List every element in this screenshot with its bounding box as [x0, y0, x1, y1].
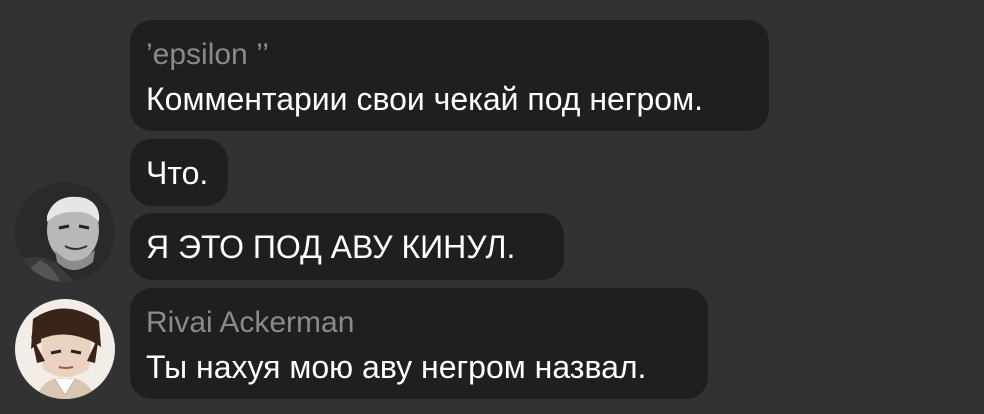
avatar[interactable]: [15, 182, 115, 282]
message-text: Ты нахуя мою аву негром назвал.: [146, 349, 647, 385]
message-bubble[interactable]: ’epsilon ’’ Комментарии свои чекай под н…: [130, 20, 769, 131]
message-text: Я ЭТО ПОД АВУ КИНУЛ.: [146, 229, 516, 265]
message-bubble[interactable]: Rivai Ackerman Ты нахуя мою аву негром н…: [130, 288, 708, 399]
message-bubble[interactable]: Я ЭТО ПОД АВУ КИНУЛ.: [130, 213, 564, 280]
avatar[interactable]: [15, 299, 115, 399]
message-text: Комментарии свои чекай под негром.: [146, 81, 703, 117]
message-text: Что.: [146, 155, 209, 191]
anime-character-avatar-icon: [15, 299, 115, 399]
message-bubble[interactable]: Что.: [130, 139, 228, 206]
sender-name: ’epsilon ’’: [146, 38, 269, 71]
grayscale-man-avatar-icon: [15, 182, 115, 282]
sender-name: Rivai Ackerman: [146, 306, 355, 339]
